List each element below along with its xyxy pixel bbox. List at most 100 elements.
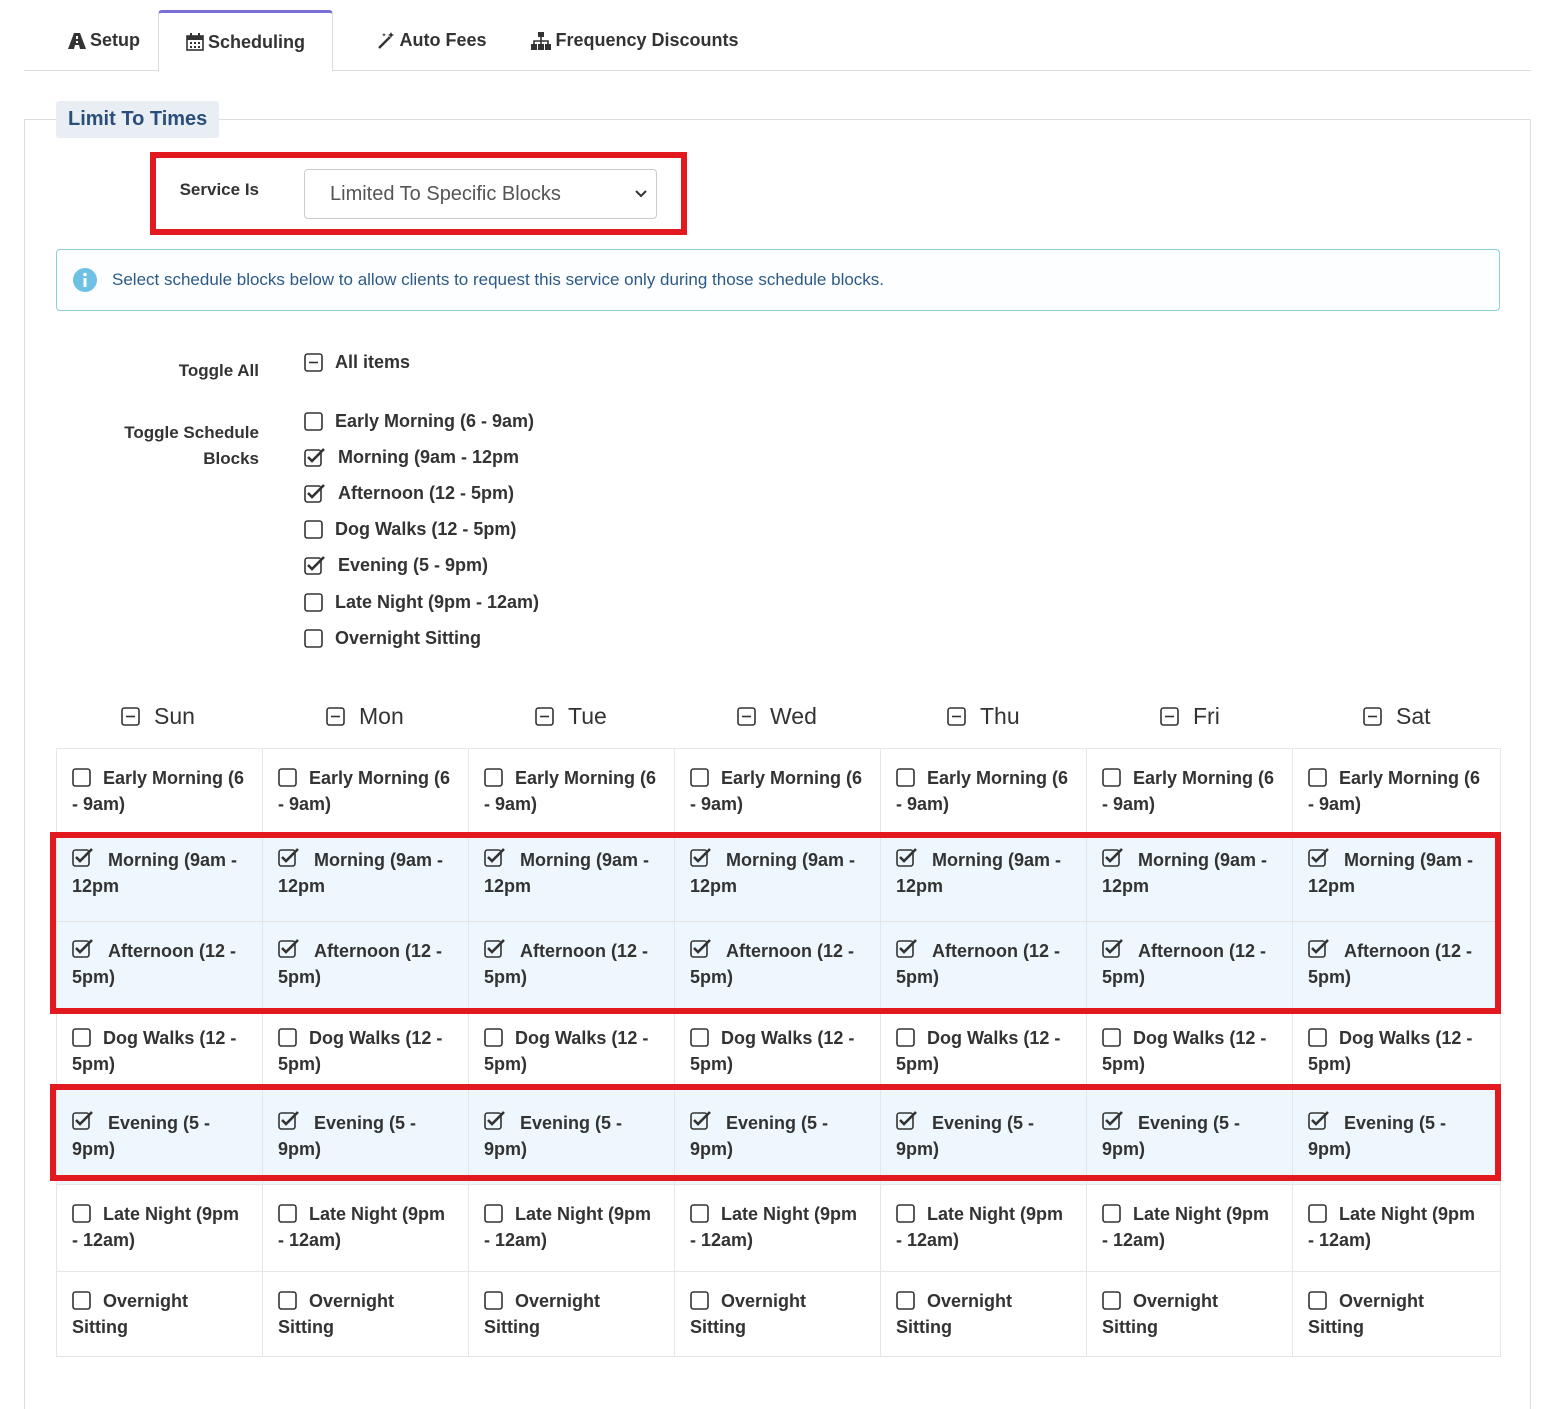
checked-checkbox-icon: [304, 484, 325, 503]
schedule-cell-sun[interactable]: Early Morning (6 - 9am): [56, 748, 263, 833]
checked-checkbox-icon: [278, 939, 299, 958]
checked-checkbox-icon: [1308, 848, 1329, 867]
schedule-cell-tue[interactable]: Late Night (9pm - 12am): [468, 1184, 675, 1272]
schedule-cell-tue[interactable]: Afternoon (12 - 5pm): [468, 921, 675, 1009]
schedule-cell-label: 9pm): [484, 1139, 528, 1159]
day-toggle-sun[interactable]: Sun: [121, 700, 195, 732]
schedule-cell-label: 9pm): [1308, 1139, 1352, 1159]
schedule-cell-label: Dog Walks (12 -: [309, 1028, 443, 1048]
toggle-block-option[interactable]: Overnight Sitting: [304, 628, 481, 649]
schedule-cell-mon[interactable]: Early Morning (6 - 9am): [262, 748, 469, 833]
toggle-block-option[interactable]: Early Morning (6 - 9am): [304, 411, 534, 432]
schedule-cell-sat[interactable]: Afternoon (12 - 5pm): [1292, 921, 1501, 1009]
calendar-icon: [186, 33, 204, 51]
tab-scheduling[interactable]: Scheduling: [158, 10, 333, 72]
schedule-cell-sun[interactable]: Afternoon (12 - 5pm): [56, 921, 263, 1009]
schedule-cell-wed[interactable]: Evening (5 - 9pm): [674, 1089, 881, 1185]
schedule-cell-label: Late Night (9pm: [1339, 1204, 1476, 1224]
schedule-cell-tue[interactable]: Overnight Sitting: [468, 1271, 675, 1357]
tab-frequency-discounts[interactable]: Frequency Discounts: [524, 10, 746, 71]
tab-auto-fees[interactable]: Auto Fees: [352, 10, 512, 71]
schedule-cell-sun[interactable]: Dog Walks (12 - 5pm): [56, 1008, 263, 1090]
unchecked-checkbox-icon: [72, 768, 91, 787]
schedule-cell-thu[interactable]: Evening (5 - 9pm): [880, 1089, 1087, 1185]
schedule-cell-tue[interactable]: Early Morning (6 - 9am): [468, 748, 675, 833]
schedule-cell-label: - 12am): [1102, 1230, 1166, 1250]
info-text: Select schedule blocks below to allow cl…: [112, 270, 885, 289]
day-toggle-wed[interactable]: Wed: [737, 700, 817, 732]
toggle-block-option[interactable]: Morning (9am - 12pm: [304, 447, 519, 468]
schedule-cell-wed[interactable]: Early Morning (6 - 9am): [674, 748, 881, 833]
schedule-cell-thu[interactable]: Dog Walks (12 - 5pm): [880, 1008, 1087, 1090]
toggle-block-option[interactable]: Afternoon (12 - 5pm): [304, 483, 514, 504]
schedule-cell-sun[interactable]: Late Night (9pm - 12am): [56, 1184, 263, 1272]
schedule-cell-thu[interactable]: Early Morning (6 - 9am): [880, 748, 1087, 833]
service-select[interactable]: Limited To Specific Blocks: [304, 169, 657, 219]
toggle-all-option[interactable]: All items: [304, 352, 410, 373]
schedule-cell-thu[interactable]: Late Night (9pm - 12am): [880, 1184, 1087, 1272]
schedule-cell-label: Afternoon (12 -: [1344, 941, 1472, 961]
magic-wand-icon: [378, 31, 395, 49]
schedule-cell-fri[interactable]: Late Night (9pm - 12am): [1086, 1184, 1293, 1272]
schedule-cell-label: Sitting: [1308, 1317, 1364, 1337]
schedule-cell-thu[interactable]: Afternoon (12 - 5pm): [880, 921, 1087, 1009]
schedule-cell-sat[interactable]: Evening (5 - 9pm): [1292, 1089, 1501, 1185]
schedule-cell-fri[interactable]: Early Morning (6 - 9am): [1086, 748, 1293, 833]
schedule-cell-mon[interactable]: Late Night (9pm - 12am): [262, 1184, 469, 1272]
schedule-cell-mon[interactable]: Afternoon (12 - 5pm): [262, 921, 469, 1009]
schedule-cell-fri[interactable]: Dog Walks (12 - 5pm): [1086, 1008, 1293, 1090]
schedule-cell-sun[interactable]: Overnight Sitting: [56, 1271, 263, 1357]
schedule-cell-label: Overnight: [721, 1291, 807, 1311]
day-toggle-thu[interactable]: Thu: [947, 700, 1020, 732]
schedule-cell-label: 5pm): [1308, 1054, 1352, 1074]
tab-setup[interactable]: Setup: [52, 10, 156, 71]
unchecked-checkbox-icon: [304, 412, 323, 431]
schedule-cell-fri[interactable]: Overnight Sitting: [1086, 1271, 1293, 1357]
schedule-cell-wed[interactable]: Overnight Sitting: [674, 1271, 881, 1357]
schedule-cell-thu[interactable]: Overnight Sitting: [880, 1271, 1087, 1357]
partial-checkbox-icon: [535, 706, 554, 726]
schedule-cell-mon[interactable]: Overnight Sitting: [262, 1271, 469, 1357]
schedule-cell-mon[interactable]: Morning (9am - 12pm: [262, 832, 469, 922]
unchecked-checkbox-icon: [896, 1028, 915, 1047]
schedule-cell-label: 9pm): [690, 1139, 734, 1159]
schedule-cell-wed[interactable]: Late Night (9pm - 12am): [674, 1184, 881, 1272]
toggle-block-option[interactable]: Late Night (9pm - 12am): [304, 592, 539, 613]
schedule-cell-sat[interactable]: Dog Walks (12 - 5pm): [1292, 1008, 1501, 1090]
schedule-cell-sat[interactable]: Morning (9am - 12pm: [1292, 832, 1501, 922]
schedule-cell-label: Overnight: [515, 1291, 601, 1311]
schedule-cell-wed[interactable]: Dog Walks (12 - 5pm): [674, 1008, 881, 1090]
schedule-cell-fri[interactable]: Morning (9am - 12pm: [1086, 832, 1293, 922]
schedule-cell-tue[interactable]: Dog Walks (12 - 5pm): [468, 1008, 675, 1090]
schedule-cell-sat[interactable]: Early Morning (6 - 9am): [1292, 748, 1501, 833]
toggle-block-option[interactable]: Evening (5 - 9pm): [304, 555, 488, 576]
schedule-cell-mon[interactable]: Evening (5 - 9pm): [262, 1089, 469, 1185]
schedule-cell-label: 5pm): [896, 967, 940, 987]
schedule-cell-mon[interactable]: Dog Walks (12 - 5pm): [262, 1008, 469, 1090]
schedule-cell-label: Afternoon (12 -: [108, 941, 236, 961]
schedule-cell-label: - 12am): [278, 1230, 342, 1250]
checked-checkbox-icon: [896, 848, 917, 867]
schedule-cell-sun[interactable]: Morning (9am - 12pm: [56, 832, 263, 922]
schedule-cell-label: - 12am): [72, 1230, 136, 1250]
toggle-block-option[interactable]: Dog Walks (12 - 5pm): [304, 519, 516, 540]
schedule-cell-label: Evening (5 -: [932, 1113, 1035, 1133]
day-toggle-fri[interactable]: Fri: [1160, 700, 1220, 732]
schedule-cell-fri[interactable]: Afternoon (12 - 5pm): [1086, 921, 1293, 1009]
schedule-cell-tue[interactable]: Evening (5 - 9pm): [468, 1089, 675, 1185]
checked-checkbox-icon: [72, 1111, 93, 1130]
schedule-cell-wed[interactable]: Morning (9am - 12pm: [674, 832, 881, 922]
schedule-cell-tue[interactable]: Morning (9am - 12pm: [468, 832, 675, 922]
day-toggle-label: Tue: [568, 702, 607, 729]
day-toggle-label: Mon: [359, 702, 404, 729]
schedule-cell-wed[interactable]: Afternoon (12 - 5pm): [674, 921, 881, 1009]
schedule-cell-thu[interactable]: Morning (9am - 12pm: [880, 832, 1087, 922]
day-toggle-mon[interactable]: Mon: [326, 700, 404, 732]
schedule-cell-sat[interactable]: Late Night (9pm - 12am): [1292, 1184, 1501, 1272]
schedule-cell-sun[interactable]: Evening (5 - 9pm): [56, 1089, 263, 1185]
day-toggle-sat[interactable]: Sat: [1363, 700, 1431, 732]
day-toggle-tue[interactable]: Tue: [535, 700, 607, 732]
schedule-cell-fri[interactable]: Evening (5 - 9pm): [1086, 1089, 1293, 1185]
schedule-cell-label: Afternoon (12 -: [520, 941, 648, 961]
schedule-cell-sat[interactable]: Overnight Sitting: [1292, 1271, 1501, 1357]
